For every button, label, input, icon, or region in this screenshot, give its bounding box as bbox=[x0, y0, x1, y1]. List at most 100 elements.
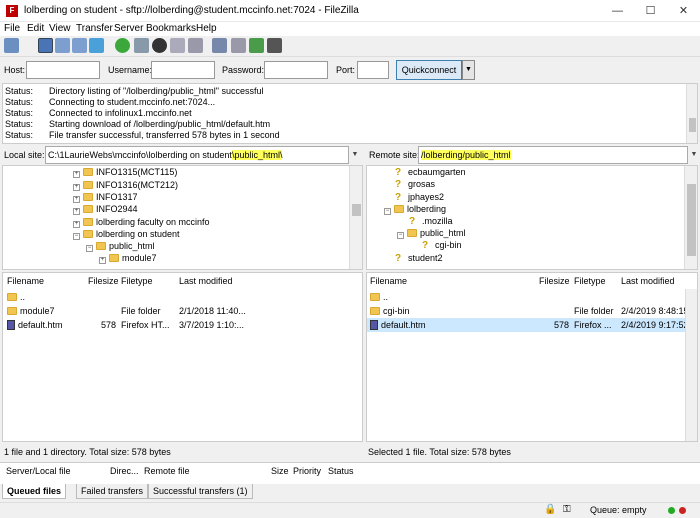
expand-icon[interactable]: + bbox=[99, 257, 106, 264]
file-row[interactable]: .. bbox=[3, 290, 348, 304]
refresh-icon[interactable] bbox=[115, 38, 130, 53]
remote-tree-scrollbar-thumb[interactable] bbox=[687, 184, 696, 256]
remote-list-scrollbar[interactable] bbox=[685, 289, 697, 441]
local-tree-scrollbar[interactable] bbox=[349, 166, 362, 269]
tab-successful-transfers[interactable]: Successful transfers (1) bbox=[148, 484, 253, 499]
toggle-queue-icon[interactable] bbox=[89, 38, 104, 53]
tree-item[interactable]: ? ecbaumgarten bbox=[395, 166, 466, 178]
host-input[interactable] bbox=[26, 61, 100, 79]
collapse-icon[interactable]: − bbox=[384, 208, 391, 215]
tree-item[interactable]: ? student2 bbox=[395, 252, 443, 264]
sync-browsing-icon[interactable] bbox=[249, 38, 264, 53]
tree-item[interactable]: ? cgi-bin bbox=[422, 239, 462, 251]
tree-item[interactable]: + INFO1315(MCT115) bbox=[73, 166, 177, 178]
tree-item[interactable]: − public_html bbox=[86, 240, 155, 252]
menu-edit[interactable]: Edit bbox=[27, 23, 44, 34]
quickconnect-history-dropdown[interactable]: ▼ bbox=[462, 60, 475, 80]
queue-column-priority[interactable]: Priority bbox=[293, 466, 321, 476]
unknown-folder-icon: ? bbox=[422, 240, 429, 251]
toggle-local-tree-icon[interactable] bbox=[55, 38, 70, 53]
tree-item[interactable]: ? .mozilla bbox=[409, 215, 453, 227]
collapse-icon[interactable]: − bbox=[73, 233, 80, 240]
local-path-dropdown-icon[interactable]: ▼ bbox=[349, 146, 361, 164]
column-header-filesize[interactable]: Filesize bbox=[539, 273, 570, 289]
expand-icon[interactable]: + bbox=[73, 171, 80, 178]
tree-item[interactable]: ? jphayes2 bbox=[395, 191, 444, 203]
expand-icon[interactable]: + bbox=[73, 221, 80, 228]
local-site-path[interactable]: C:\1LaurieWebs\mccinfo\lolberding on stu… bbox=[45, 146, 349, 164]
tree-item[interactable]: + INFO2944 bbox=[73, 203, 138, 215]
queue-column-server-local-file[interactable]: Server/Local file bbox=[6, 466, 71, 476]
cancel-operation-icon[interactable] bbox=[152, 38, 167, 53]
file-row[interactable]: default.htm 578 Firefox HT... 3/7/2019 1… bbox=[3, 318, 348, 332]
remote-directory-tree[interactable]: ? ecbaumgarten ? grosas ? jphayes2 − lolberd… bbox=[366, 165, 698, 270]
column-header-filetype[interactable]: Filetype bbox=[121, 273, 153, 289]
column-header-last-modified[interactable]: Last modified bbox=[179, 273, 233, 289]
site-manager-icon[interactable] bbox=[4, 38, 19, 53]
tree-item[interactable]: − public_html bbox=[397, 227, 466, 239]
quickconnect-button[interactable]: Quickconnect bbox=[396, 60, 462, 80]
file-row[interactable]: .. bbox=[367, 290, 685, 304]
maximize-button[interactable]: ☐ bbox=[634, 0, 667, 22]
menu-server[interactable]: Server bbox=[114, 23, 143, 34]
column-header-filesize[interactable]: Filesize bbox=[88, 273, 119, 289]
disconnect-icon[interactable] bbox=[170, 38, 185, 53]
collapse-icon[interactable]: − bbox=[397, 232, 404, 239]
tree-item[interactable]: + INFO1317 bbox=[73, 191, 138, 203]
column-header-last-modified[interactable]: Last modified bbox=[621, 273, 675, 289]
port-input[interactable] bbox=[357, 61, 389, 79]
queue-column-size[interactable]: Size bbox=[271, 466, 289, 476]
tree-item[interactable]: + lolberding faculty on mccinfo bbox=[73, 216, 210, 228]
column-header-filetype[interactable]: Filetype bbox=[574, 273, 606, 289]
minimize-button[interactable]: — bbox=[601, 0, 634, 22]
username-input[interactable] bbox=[151, 61, 215, 79]
tree-item[interactable]: − lolberding bbox=[384, 203, 446, 215]
menu-help[interactable]: Help bbox=[196, 23, 217, 34]
menu-file[interactable]: File bbox=[4, 23, 20, 34]
toggle-remote-tree-icon[interactable] bbox=[72, 38, 87, 53]
message-log[interactable]: Status: Directory listing of "/lolberdin… bbox=[2, 83, 698, 144]
expand-icon[interactable]: + bbox=[73, 208, 80, 215]
close-button[interactable]: ✕ bbox=[667, 0, 700, 22]
menu-transfer[interactable]: Transfer bbox=[76, 23, 113, 34]
remote-file-list[interactable]: Filename Filesize Filetype Last modified… bbox=[366, 272, 698, 442]
column-header-filename[interactable]: Filename bbox=[370, 273, 407, 289]
tree-item[interactable]: ? grosas bbox=[395, 178, 435, 190]
expand-icon[interactable]: + bbox=[73, 184, 80, 191]
queue-column-remote-file[interactable]: Remote file bbox=[144, 466, 190, 476]
filter-icon[interactable] bbox=[212, 38, 227, 53]
file-row[interactable]: module7 File folder 2/1/2018 11:40... bbox=[3, 304, 348, 318]
log-scrollbar-thumb[interactable] bbox=[689, 118, 696, 132]
queue-column-status[interactable]: Status bbox=[328, 466, 354, 476]
toggle-message-log-icon[interactable] bbox=[38, 38, 53, 53]
tree-item[interactable]: − lolberding on student bbox=[73, 228, 180, 240]
local-site-label: Local site: bbox=[4, 150, 45, 160]
tree-item[interactable]: + module7 bbox=[99, 252, 157, 264]
file-row-selected[interactable]: default.htm 578 Firefox ... 2/4/2019 9:1… bbox=[367, 318, 685, 332]
log-scrollbar[interactable] bbox=[686, 84, 697, 143]
compare-directories-icon[interactable] bbox=[231, 38, 246, 53]
password-input[interactable] bbox=[264, 61, 328, 79]
remote-path-dropdown-icon[interactable]: ▼ bbox=[688, 146, 700, 164]
queue-column-direction[interactable]: Direc... bbox=[110, 466, 139, 476]
filezilla-app-icon[interactable]: F bbox=[6, 5, 18, 17]
collapse-icon[interactable]: − bbox=[86, 245, 93, 252]
tree-item[interactable]: + INFO1316(MCT212) bbox=[73, 179, 178, 191]
expand-icon[interactable]: + bbox=[73, 196, 80, 203]
remote-tree-scrollbar[interactable] bbox=[684, 166, 697, 269]
menu-view[interactable]: View bbox=[49, 23, 71, 34]
reconnect-icon[interactable] bbox=[188, 38, 203, 53]
column-header-filename[interactable]: Filename bbox=[7, 273, 44, 289]
local-file-list[interactable]: Filename Filesize Filetype Last modified… bbox=[2, 272, 363, 442]
username-label: Username: bbox=[108, 65, 153, 75]
search-binoculars-icon[interactable] bbox=[267, 38, 282, 53]
local-tree-scrollbar-thumb[interactable] bbox=[352, 204, 361, 216]
file-row[interactable]: cgi-bin File folder 2/4/2019 8:48:15 PM bbox=[367, 304, 685, 318]
remote-site-path[interactable]: /lolberding/public_html bbox=[418, 146, 688, 164]
menu-bookmarks[interactable]: Bookmarks bbox=[146, 23, 196, 34]
process-queue-icon[interactable] bbox=[134, 38, 149, 53]
local-directory-tree[interactable]: + INFO1315(MCT115) + INFO1316(MCT212) + INF… bbox=[2, 165, 363, 270]
tab-queued-files[interactable]: Queued files bbox=[2, 484, 67, 499]
tab-failed-transfers[interactable]: Failed transfers bbox=[76, 484, 149, 499]
remote-status-text: Selected 1 file. Total size: 578 bytes bbox=[368, 447, 511, 457]
